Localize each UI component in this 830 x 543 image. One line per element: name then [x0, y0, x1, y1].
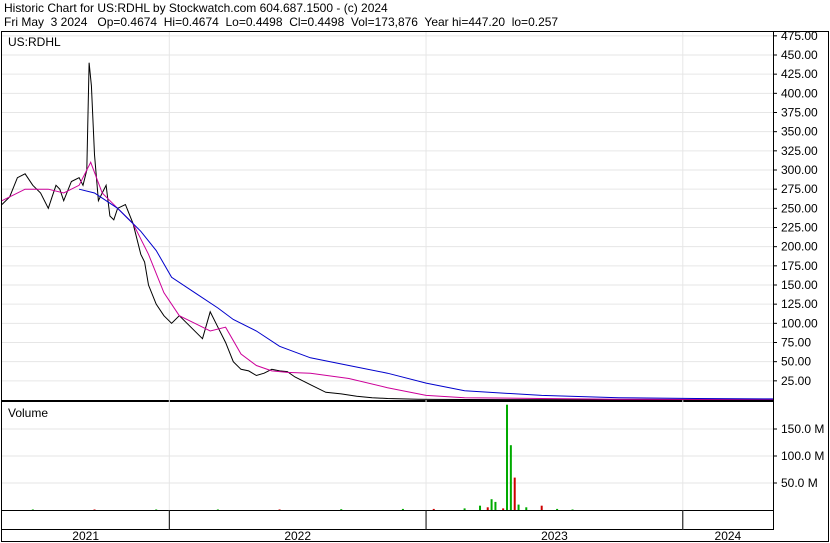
volume-bar [31, 509, 34, 510]
year-label: 2024 [715, 529, 742, 543]
volume-bar [513, 477, 516, 510]
volume-bar [216, 509, 219, 510]
price-tick-label: 50.00 [781, 355, 811, 369]
price-tick-label: 300.00 [781, 163, 818, 177]
price-tick-label: 325.00 [781, 144, 818, 158]
volume-bar [155, 509, 158, 510]
stock-chart: US:RDHL Volume 25.00 50.00 75.00 100.00 125.… [1, 29, 829, 543]
volume-bar [93, 509, 96, 510]
price-tick-label: 75.00 [781, 336, 811, 350]
volume-tick-label: 50.0 M [781, 476, 818, 490]
year-label: 2022 [284, 529, 311, 543]
price-tick-label: 150.00 [781, 278, 818, 292]
volume-bar [502, 508, 505, 510]
volume-bar [479, 505, 482, 510]
volume-bar [509, 445, 512, 510]
volume-bar [490, 499, 493, 510]
symbol-label: US:RDHL [8, 35, 61, 49]
volume-bar [494, 501, 497, 510]
volume-bar [278, 509, 281, 510]
volume-bar [340, 509, 343, 510]
price-tick-label: 275.00 [781, 182, 818, 196]
price-tick-label: 375.00 [781, 106, 818, 120]
price-tick-label: 100.00 [781, 316, 818, 330]
chart-outer-frame [1, 31, 829, 542]
volume-bar [517, 504, 520, 510]
volume-bar [432, 508, 435, 510]
volume-label: Volume [8, 406, 48, 420]
volume-bar [463, 508, 466, 510]
price-tick-label: 125.00 [781, 297, 818, 311]
price-tick-label: 250.00 [781, 201, 818, 215]
price-tick-label: 350.00 [781, 125, 818, 139]
volume-bar [525, 507, 528, 510]
price-tick-label: 225.00 [781, 221, 818, 235]
volume-bar [401, 508, 404, 510]
volume-bar [486, 507, 489, 510]
volume-bar [571, 509, 574, 510]
volume-bar [506, 404, 509, 510]
volume-bar [556, 508, 559, 510]
volume-tick-label: 100.0 M [781, 449, 824, 463]
volume-bar [540, 505, 543, 510]
volume-tick-label: 150.0 M [781, 422, 824, 436]
price-tick-label: 200.00 [781, 240, 818, 254]
year-label: 2023 [541, 529, 568, 543]
price-tick-label: 25.00 [781, 374, 811, 388]
price-tick-label: 400.00 [781, 86, 818, 100]
year-label: 2021 [72, 529, 99, 543]
price-tick-label: 475.00 [781, 29, 818, 43]
price-tick-label: 450.00 [781, 48, 818, 62]
price-tick-label: 175.00 [781, 259, 818, 273]
price-tick-label: 425.00 [781, 67, 818, 81]
